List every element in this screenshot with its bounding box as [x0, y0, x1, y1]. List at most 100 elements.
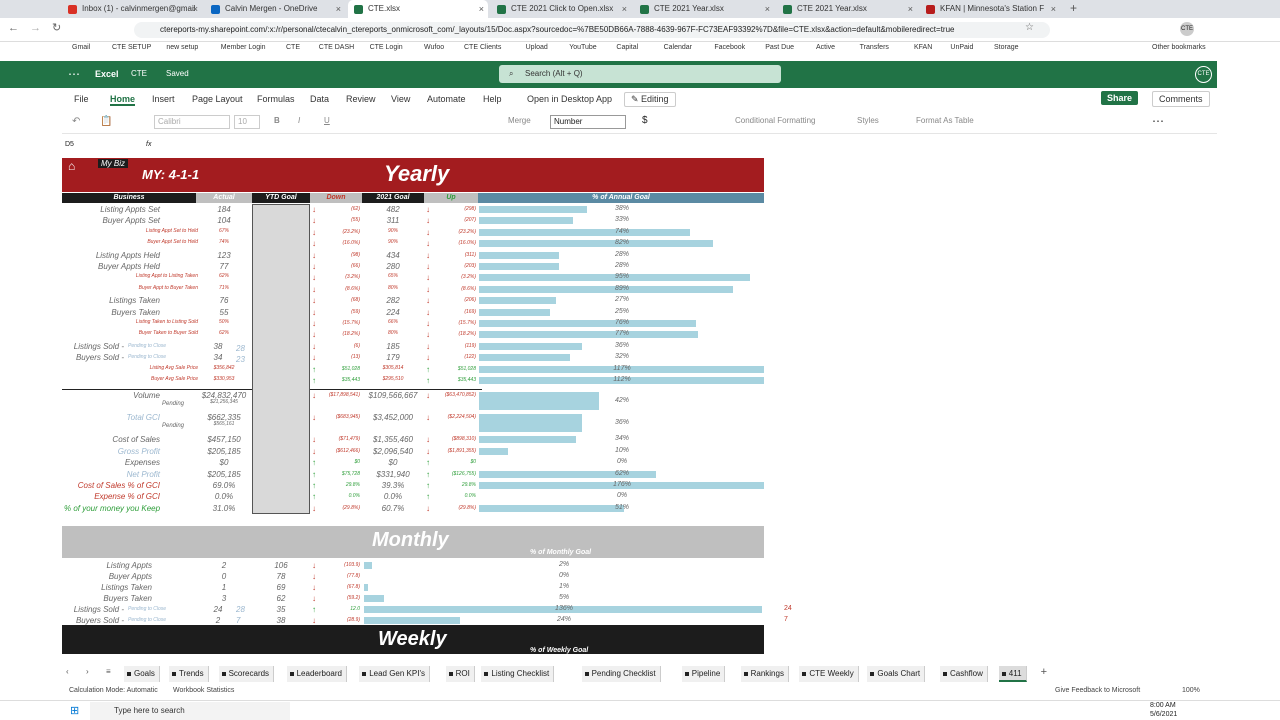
- name-box[interactable]: D5: [65, 141, 74, 148]
- browser-tab[interactable]: CTE 2021 Year.xlsx ×: [634, 0, 774, 18]
- ribbon-tab-file[interactable]: File: [74, 94, 89, 104]
- close-icon[interactable]: ×: [336, 0, 341, 18]
- browser-tab[interactable]: CTE 2021 Year.xlsx ×: [777, 0, 917, 18]
- ribbon-tab-home[interactable]: Home: [110, 94, 136, 106]
- font-family-select[interactable]: Calibri: [154, 115, 230, 129]
- taskbar-search[interactable]: Type here to search: [90, 702, 290, 720]
- bookmark-item[interactable]: YouTube: [569, 44, 597, 51]
- bookmark-item[interactable]: CTE DASH: [319, 44, 354, 51]
- editing-mode-button[interactable]: ✎ Editing: [624, 92, 676, 107]
- bookmark-item[interactable]: Past Due: [765, 44, 794, 51]
- ribbon-tab-review[interactable]: Review: [346, 94, 376, 104]
- search-box[interactable]: ⌕ Search (Alt + Q): [499, 65, 781, 83]
- bookmark-item[interactable]: Wufoo: [424, 44, 444, 51]
- close-icon[interactable]: ×: [622, 0, 627, 18]
- merge-button[interactable]: Merge: [508, 116, 531, 125]
- clipboard-icon[interactable]: 📋: [100, 116, 112, 127]
- prev-sheet-icon[interactable]: ‹: [66, 667, 69, 676]
- bookmark-item[interactable]: Upload: [526, 44, 548, 51]
- url-field[interactable]: ctereports-my.sharepoint.com/:x:/r/perso…: [134, 22, 1050, 38]
- browser-tab[interactable]: CTE 2021 Click to Open.xlsx ×: [491, 0, 631, 18]
- sheet-tab[interactable]: Leaderboard: [286, 666, 347, 682]
- styles-button[interactable]: Styles: [857, 116, 879, 125]
- sheet-tab[interactable]: ROI: [445, 666, 475, 682]
- browser-tab[interactable]: Calvin Mergen - OneDrive ×: [205, 0, 345, 18]
- ribbon-tab-page-layout[interactable]: Page Layout: [192, 94, 243, 104]
- bookmark-item[interactable]: CTE Login: [370, 44, 403, 51]
- comments-button[interactable]: Comments: [1152, 91, 1210, 107]
- bookmark-item[interactable]: Other bookmarks: [1152, 44, 1206, 51]
- bookmark-item[interactable]: UnPaid: [950, 44, 973, 51]
- profile-avatar[interactable]: CTE: [1180, 22, 1194, 36]
- sheet-tab[interactable]: Pending Checklist: [581, 666, 661, 682]
- bookmark-item[interactable]: Member Login: [221, 44, 266, 51]
- sheet-tab[interactable]: Cashflow: [940, 666, 988, 682]
- bookmark-item[interactable]: KFAN: [914, 44, 932, 51]
- all-sheets-icon[interactable]: ≡: [106, 667, 111, 676]
- bookmark-item[interactable]: Capital: [616, 44, 638, 51]
- sheet-tab[interactable]: Lead Gen KPI's: [359, 666, 430, 682]
- close-icon[interactable]: ×: [765, 0, 770, 18]
- browser-tab[interactable]: KFAN | Minnesota's Station F ×: [920, 0, 1060, 18]
- ribbon-tab-insert[interactable]: Insert: [152, 94, 175, 104]
- font-size-select[interactable]: 10: [234, 115, 260, 129]
- browser-tab[interactable]: Inbox (1) - calvinmergen@gmail ×: [62, 0, 202, 18]
- ribbon-tab-formulas[interactable]: Formulas: [257, 94, 295, 104]
- home-icon[interactable]: ⌂: [68, 159, 75, 173]
- format-as-table-button[interactable]: Format As Table: [916, 116, 974, 125]
- number-format-select[interactable]: Number: [550, 115, 626, 129]
- browser-tab[interactable]: CTE.xlsx ×: [348, 0, 488, 18]
- ribbon-tab-automate[interactable]: Automate: [427, 94, 466, 104]
- windows-icon[interactable]: ⊞: [70, 704, 79, 717]
- conditional-formatting-button[interactable]: Conditional Formatting: [735, 116, 815, 125]
- workbook-stats[interactable]: Workbook Statistics: [173, 687, 234, 694]
- bookmark-item[interactable]: new setup: [166, 44, 198, 51]
- sheet-tab[interactable]: Rankings: [740, 666, 789, 682]
- next-sheet-icon[interactable]: ›: [86, 667, 89, 676]
- ribbon-tab-view[interactable]: View: [391, 94, 410, 104]
- zoom-level[interactable]: 100%: [1182, 687, 1200, 694]
- bookmark-item[interactable]: Active: [816, 44, 835, 51]
- feedback-link[interactable]: Give Feedback to Microsoft: [1055, 687, 1140, 694]
- bookmark-item[interactable]: Gmail: [72, 44, 90, 51]
- sheet-tab[interactable]: 411: [998, 666, 1027, 682]
- italic-icon[interactable]: I: [298, 116, 300, 125]
- close-icon[interactable]: ×: [1051, 0, 1056, 18]
- bookmark-item[interactable]: CTE Clients: [464, 44, 501, 51]
- bold-icon[interactable]: B: [274, 116, 280, 125]
- undo-icon[interactable]: ↶: [72, 116, 80, 127]
- sheet-tab[interactable]: Trends: [169, 666, 209, 682]
- share-button[interactable]: Share: [1101, 91, 1139, 105]
- sheet-tab[interactable]: Goals: [124, 666, 160, 682]
- file-name[interactable]: CTE: [131, 69, 147, 78]
- back-icon[interactable]: ←: [8, 22, 19, 34]
- open-desktop-button[interactable]: Open in Desktop App: [527, 94, 612, 104]
- ribbon-tab-help[interactable]: Help: [483, 94, 502, 104]
- star-icon[interactable]: ☆: [1025, 22, 1034, 33]
- forward-icon[interactable]: →: [30, 22, 41, 34]
- worksheet[interactable]: ⌂ My Biz MY: 4-1-1 Yearly Business Actual…: [62, 157, 1217, 654]
- reload-icon[interactable]: ↻: [52, 21, 61, 34]
- sheet-tab[interactable]: Scorecards: [218, 666, 275, 682]
- new-tab-icon[interactable]: +: [1070, 1, 1077, 15]
- close-icon[interactable]: ×: [479, 0, 484, 18]
- bookmark-item[interactable]: Storage: [994, 44, 1019, 51]
- currency-icon[interactable]: $: [642, 115, 648, 126]
- app-launcher-icon[interactable]: ⋯: [68, 67, 80, 81]
- sheet-tab[interactable]: CTE Weekly: [799, 666, 859, 682]
- bookmark-item[interactable]: Transfers: [860, 44, 889, 51]
- add-sheet-icon[interactable]: +: [1041, 666, 1047, 678]
- sheet-tab[interactable]: Goals Chart: [867, 666, 926, 682]
- user-avatar[interactable]: CTE: [1195, 66, 1212, 83]
- close-icon[interactable]: ×: [193, 0, 198, 18]
- bookmark-item[interactable]: Facebook: [714, 44, 745, 51]
- sheet-tab[interactable]: Listing Checklist: [481, 666, 555, 682]
- underline-icon[interactable]: U: [324, 116, 330, 125]
- close-icon[interactable]: ×: [908, 0, 913, 18]
- more-options-icon[interactable]: ⋯: [1152, 114, 1164, 128]
- sheet-tab[interactable]: Pipeline: [681, 666, 726, 682]
- ribbon-tab-data[interactable]: Data: [310, 94, 329, 104]
- bookmark-item[interactable]: CTE SETUP: [112, 44, 151, 51]
- bookmark-item[interactable]: Calendar: [664, 44, 692, 51]
- bookmark-item[interactable]: CTE: [286, 44, 300, 51]
